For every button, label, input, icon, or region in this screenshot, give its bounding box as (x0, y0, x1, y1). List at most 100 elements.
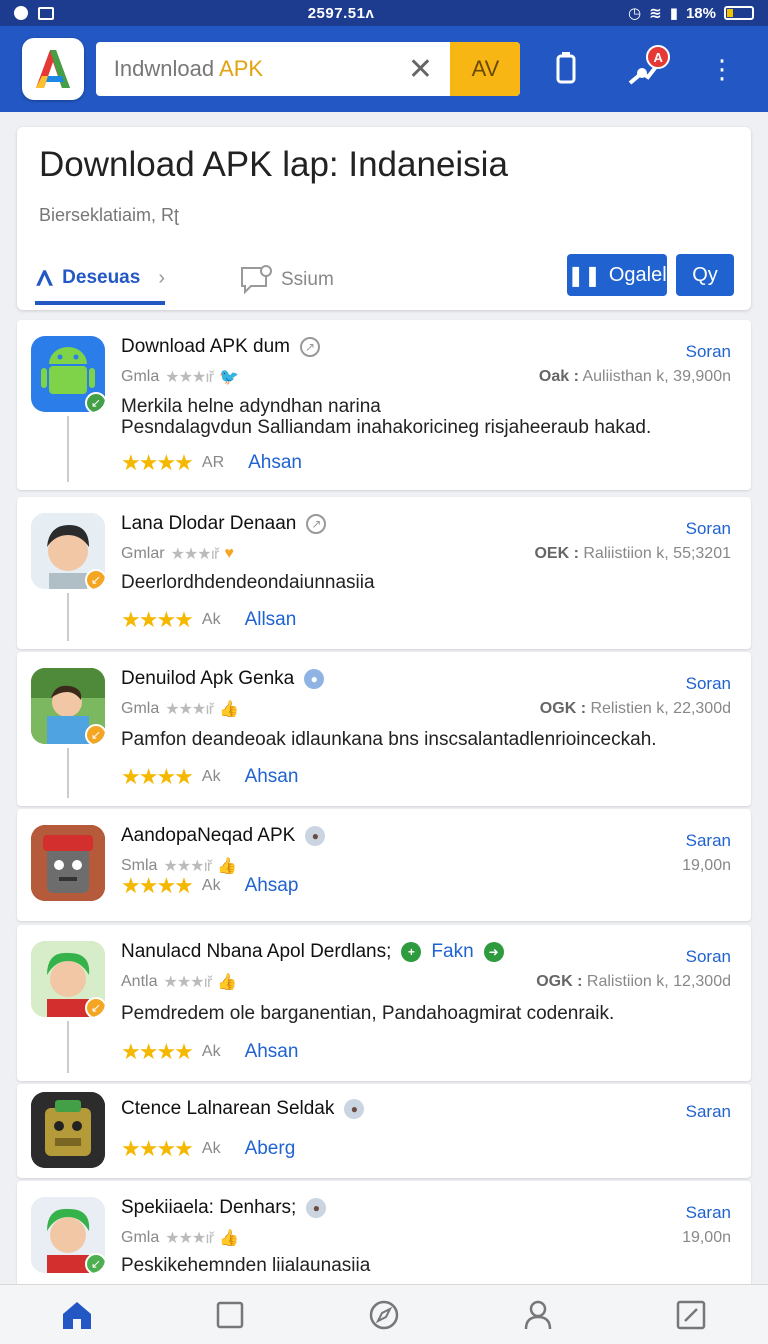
divider (67, 1021, 69, 1073)
chevron-right-icon: › (158, 266, 165, 289)
page-title: Download APK lap: Indaneisia (39, 145, 508, 184)
list-item[interactable]: ↙ Nanulacd Nbana Apol Derdlans; + Fakn ➜ An… (17, 925, 751, 1081)
notification-badge: A (646, 45, 671, 69)
app-title: Lana Dlodar Denaan (121, 513, 297, 534)
update-badge-icon: ↙ (85, 392, 105, 412)
battery-tool-icon[interactable] (542, 45, 590, 93)
list-item[interactable]: ↙ Spekiiaela: Denhars; ● Gmla ★★★ıř 👍 Saran… (17, 1181, 751, 1291)
signal-icon: ▮ (669, 5, 678, 22)
verified-icon: ↗ (300, 337, 320, 357)
app-title: Nanulacd Nbana Apol Derdlans; (121, 941, 392, 962)
heart-icon: ♥ (224, 545, 234, 562)
battery-percent: 18% (685, 4, 716, 22)
app-bar: Indwnload APK ✕ AV A ⋮ (0, 26, 768, 112)
qy-button[interactable]: Qy (676, 254, 734, 296)
meta-key: OEK : (534, 545, 579, 562)
grey-stars-icon: ★★★ıř (165, 701, 214, 718)
app-description: Pemdredem ole barganentian, Pandahoagmir… (121, 1003, 615, 1024)
tab-deseuas[interactable]: Deseuas › (35, 255, 165, 305)
thumb-icon: 👍 (217, 974, 238, 991)
app-meta: Gmla (121, 700, 160, 717)
meta-value: 19,00n (682, 857, 731, 874)
rating-label: Ak (201, 1140, 221, 1157)
soran-link[interactable]: Soran (686, 674, 731, 694)
profile-icon[interactable] (508, 1290, 568, 1340)
grey-stars-icon: ★★★ıř (163, 974, 212, 991)
plus-icon: + (401, 942, 422, 962)
soran-link[interactable]: Soran (686, 947, 731, 967)
meta-value: Relistien k, 22,300d (590, 700, 731, 717)
rating-label: Ak (201, 768, 221, 785)
app-title: Spekiiaela: Denhars; (121, 1197, 297, 1218)
app-title: Ctence Lalnarean Seldak (121, 1098, 335, 1119)
ogalel-button[interactable]: ❚❚ Ogalel (567, 254, 667, 296)
rating-label: Ak (201, 611, 221, 628)
app-description: Deerlordhdendeondaiunnasiia (121, 572, 375, 593)
app-title: Denuilod Apk Genka (121, 668, 295, 689)
rating-stars-icon: ★★★★ (121, 1136, 194, 1161)
list-item[interactable]: ↙ Denuilod Apk Genka ● Gmla ★★★ıř 👍 Soran O… (17, 652, 751, 806)
clear-icon[interactable]: ✕ (390, 52, 450, 87)
saran-link[interactable]: Saran (686, 831, 731, 851)
action-link[interactable]: Ahsan (245, 1041, 299, 1063)
clock: 2597.51ᴧ (307, 4, 375, 22)
meta-key: OGK : (539, 700, 587, 717)
search-input[interactable]: Indwnload APK (96, 56, 391, 82)
thumb-icon: 👍 (219, 1230, 239, 1247)
meta-value: Raliistiion k, 55;3201 (583, 545, 731, 562)
rating-stars-icon: ★★★★ (121, 607, 194, 632)
rating-stars-icon: ★★★★ (121, 1039, 194, 1064)
thumb-icon: 👍 (219, 701, 239, 718)
app-title: Download APK dum (121, 336, 290, 357)
meta-value: 19,00n (682, 1229, 731, 1246)
notification-icon[interactable]: A (622, 45, 671, 93)
update-badge-icon: ↙ (85, 724, 105, 744)
app-description: Merkila helne adyndhan narina (121, 396, 381, 417)
rating-stars-icon: ★★★★ (121, 873, 194, 898)
home-icon[interactable] (47, 1290, 107, 1340)
action-link[interactable]: Aberg (245, 1138, 296, 1160)
verified-icon: ↗ (306, 514, 327, 534)
action-link[interactable]: Ahsap (245, 875, 299, 897)
search-bar[interactable]: Indwnload APK ✕ AV (95, 42, 521, 96)
app-icon: ↙ (31, 336, 105, 412)
title-extra-link[interactable]: Fakn (431, 941, 473, 963)
saran-link[interactable]: Saran (686, 1102, 731, 1122)
app-logo[interactable] (22, 38, 84, 100)
alarm-icon (14, 6, 28, 20)
action-link[interactable]: Allsan (245, 609, 297, 631)
square-icon[interactable] (200, 1290, 260, 1340)
app-icon: ↙ (31, 513, 105, 589)
more-menu-icon[interactable]: ⋮ (698, 45, 746, 93)
grey-stars-icon: ★★★ıř (170, 546, 220, 563)
soran-link[interactable]: Soran (686, 342, 731, 362)
list-item[interactable]: Ctence Lalnarean Seldak ● Saran ★★★★ Ak Abe… (17, 1084, 751, 1178)
rating-label: Ak (201, 877, 221, 894)
rating-stars-icon: ★★★★ (121, 450, 194, 475)
action-link[interactable]: Ahsan (245, 766, 299, 788)
meta-value: Ralistiion k, 12,300d (586, 973, 731, 990)
meta-value: Auliisthan k, 39,900n (582, 368, 731, 385)
app-title: AandopaNeqad APK (121, 825, 296, 846)
compass-icon[interactable] (354, 1290, 414, 1340)
saran-link[interactable]: Saran (686, 1203, 731, 1223)
edit-icon[interactable] (661, 1290, 721, 1340)
app-meta: Gmla (121, 368, 160, 385)
app-description: Pamfon deandeoak idlaunkana bns inscsala… (121, 729, 657, 750)
photo-icon (38, 6, 54, 20)
search-go-button[interactable]: AV (450, 42, 521, 96)
bird-icon: 🐦 (219, 369, 239, 386)
list-item[interactable]: ↙ Download APK dum ↗ Gmla ★★★ıř 🐦 Soran Oak… (17, 320, 751, 490)
update-badge-icon: ↙ (85, 1253, 105, 1273)
grey-stars-icon: ★★★ıř (165, 369, 214, 386)
header-card: Download APK lap: Indaneisia Bierseklati… (17, 127, 751, 310)
soran-link[interactable]: Soran (686, 519, 731, 539)
tab-ssium[interactable]: Ssium (239, 255, 334, 305)
app-icon: ↙ (31, 668, 105, 744)
wifi-icon: ≋ (649, 5, 662, 22)
arrow-badge-icon: ➜ (483, 942, 504, 962)
list-item[interactable]: ↙ Lana Dlodar Denaan ↗ Gmlar ★★★ıř ♥ Soran … (17, 497, 751, 649)
list-item[interactable]: AandopaNeqad APK ● Smla ★★★ıř 👍 Saran 19,00… (17, 809, 751, 921)
battery-icon (723, 6, 754, 20)
action-link[interactable]: Ahsan (248, 452, 302, 474)
